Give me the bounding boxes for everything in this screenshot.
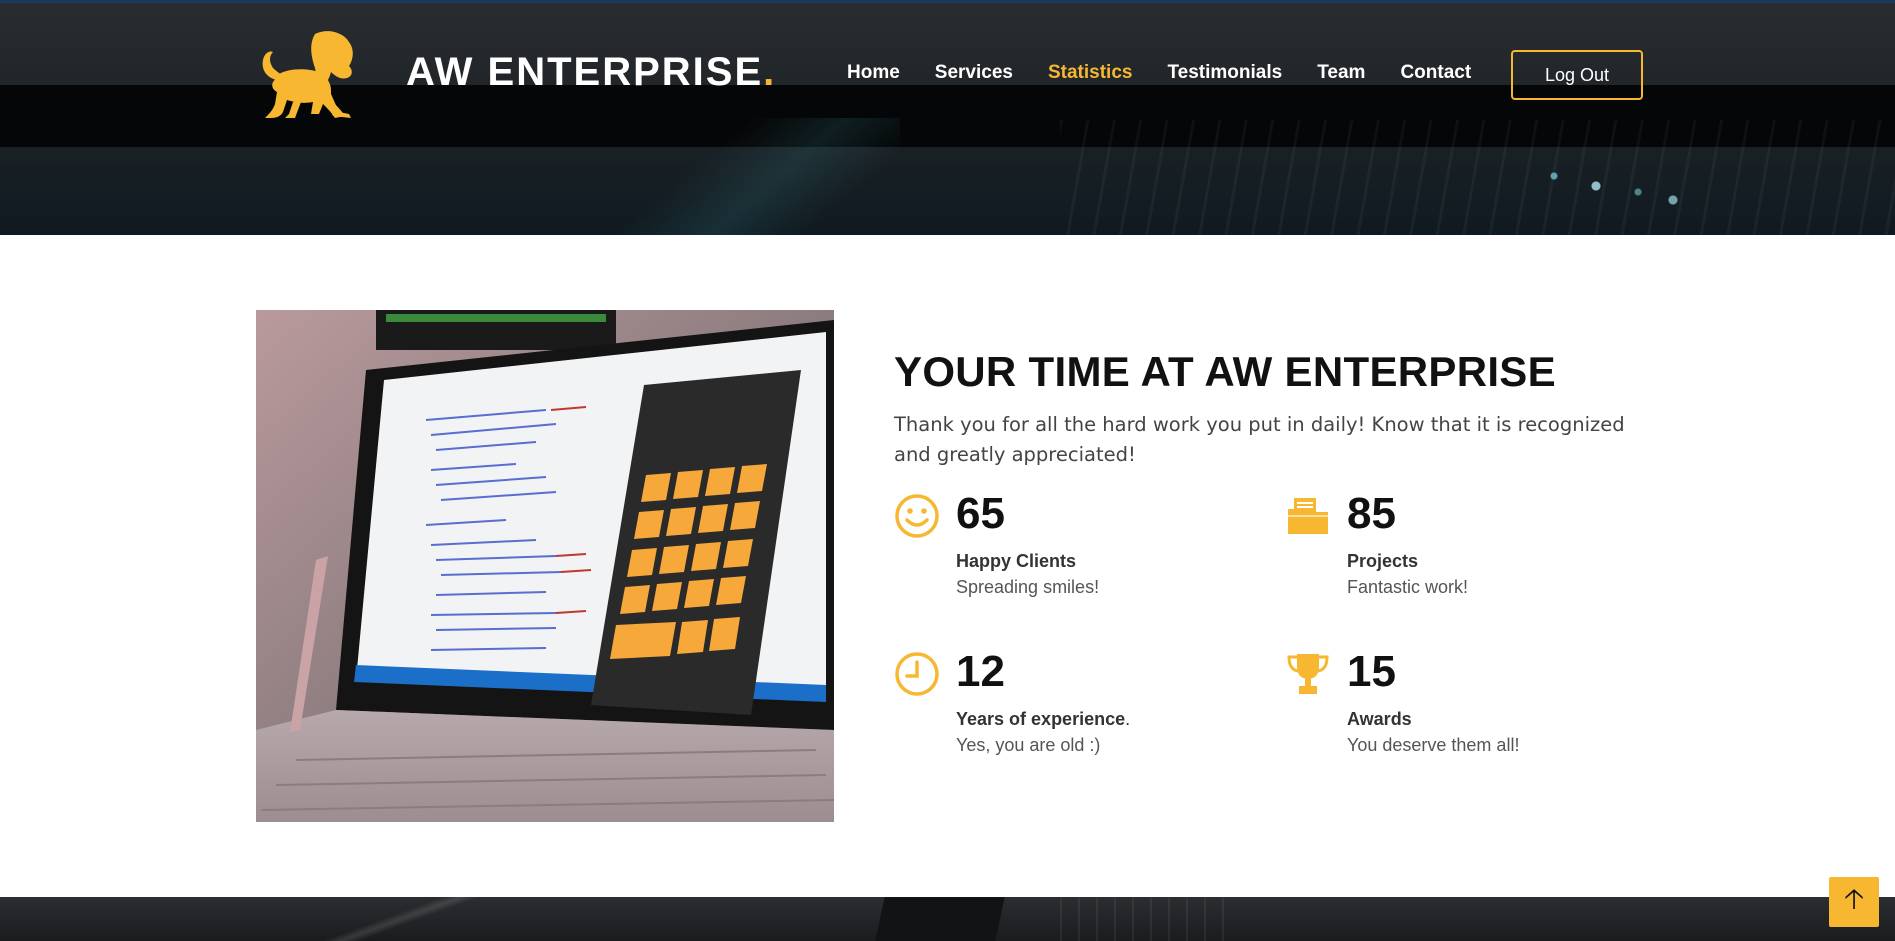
stat-projects: 85 Projects Fantastic work! [1285, 489, 1645, 613]
section-lead: Thank you for all the hard work you put … [894, 413, 1625, 466]
brand-dot: . [763, 50, 777, 94]
nav-testimonials[interactable]: Testimonials [1167, 62, 1282, 88]
trophy-icon [1285, 651, 1331, 697]
stat-label-text: Happy Clients [956, 551, 1077, 571]
stat-happy-clients: 65 Happy Clients Spreading smiles! [894, 489, 1254, 613]
next-section-banner [0, 897, 1895, 941]
brand-text: AW ENTERPRISE [406, 50, 764, 94]
stat-label: Years of experience. [956, 709, 1130, 730]
stat-desc: Spreading smiles! [956, 577, 1100, 597]
nav-contact[interactable]: Contact [1400, 62, 1471, 88]
section-title: YOUR TIME AT AW ENTERPRISE [894, 348, 1556, 395]
stat-number: 85 [1347, 489, 1396, 538]
stat-label: Awards [1347, 709, 1412, 730]
stat-label-text: Awards [1347, 709, 1412, 729]
stat-years-experience: 12 Years of experience. Yes, you are old… [894, 647, 1254, 771]
nav-team[interactable]: Team [1317, 62, 1365, 88]
stat-label: Projects [1347, 551, 1418, 572]
nav-statistics[interactable]: Statistics [1048, 62, 1132, 88]
lion-logo-icon[interactable] [255, 28, 363, 122]
scroll-to-top-button[interactable]: 🡡 [1829, 877, 1879, 927]
stat-label-text: Projects [1347, 551, 1419, 571]
smiley-icon [894, 493, 940, 539]
stat-desc: You deserve them all! [1347, 735, 1520, 755]
footer-building-3 [1060, 897, 1240, 941]
footer-building-2 [875, 897, 1005, 941]
logout-button[interactable]: Log Out [1511, 50, 1643, 100]
folder-icon [1285, 493, 1331, 539]
stat-number: 12 [956, 647, 1005, 696]
stat-desc: Fantastic work! [1347, 577, 1469, 597]
stat-desc: Yes, you are old :) [956, 735, 1101, 755]
stat-label-text: Years of experience [956, 709, 1126, 729]
stat-number: 15 [1347, 647, 1396, 696]
nav-services[interactable]: Services [935, 62, 1013, 88]
stat-number: 65 [956, 489, 1005, 538]
clock-icon [894, 651, 940, 697]
stat-label-trail: . [1125, 709, 1131, 729]
hero-banner: AW ENTERPRISE. Home Services Statistics … [0, 0, 1895, 235]
top-accent-line [0, 0, 1895, 3]
laptop-calculator-photo [256, 310, 834, 822]
stat-awards: 15 Awards You deserve them all! [1285, 647, 1645, 771]
hero-city-lights [1540, 168, 1680, 208]
stat-label: Happy Clients [956, 551, 1076, 572]
nav-home[interactable]: Home [847, 62, 900, 88]
hero-building-left [560, 118, 900, 235]
hero-building-right [1060, 120, 1895, 235]
arrow-up-icon: 🡡 [1843, 882, 1865, 915]
brand-name[interactable]: AW ENTERPRISE. [406, 50, 776, 95]
footer-building-1 [290, 897, 550, 941]
main-nav: Home Services Statistics Testimonials Te… [847, 62, 1506, 88]
